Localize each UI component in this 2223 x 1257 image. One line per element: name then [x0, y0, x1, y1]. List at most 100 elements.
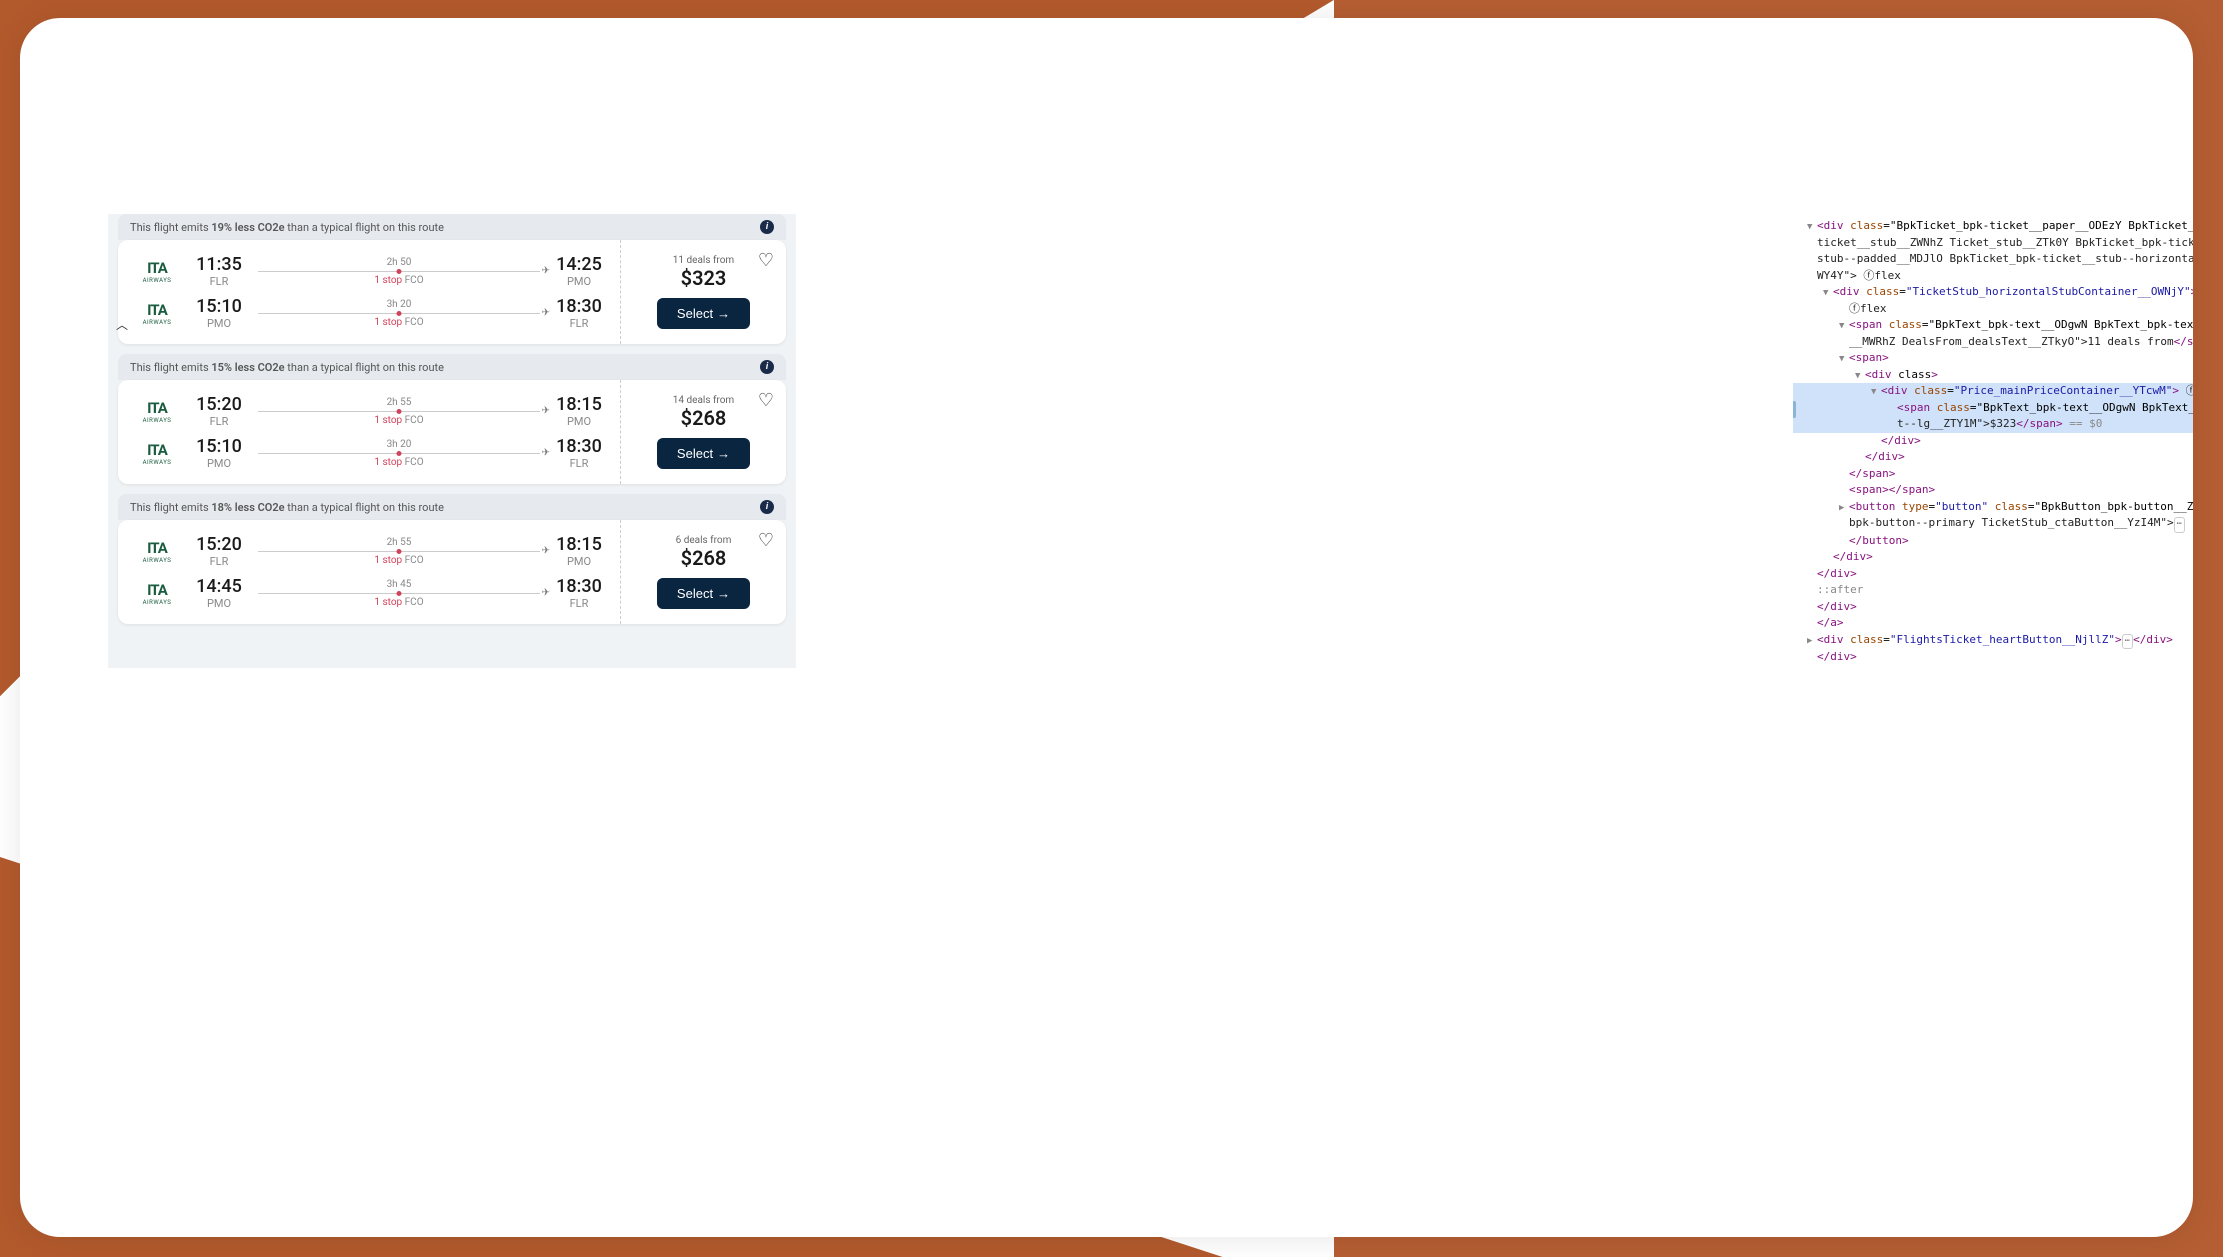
- deals-from-text: 11 deals from: [673, 255, 734, 266]
- expand-arrow-icon[interactable]: ▼: [1823, 287, 1833, 301]
- devtools-line[interactable]: </div>: [1793, 649, 2193, 666]
- select-button[interactable]: Select →: [657, 298, 750, 329]
- info-icon[interactable]: i: [760, 360, 774, 374]
- plane-icon: ✈: [542, 546, 550, 557]
- airline-logo: ITA AIRWAYS: [134, 301, 180, 326]
- devtools-line[interactable]: ▼<div class="TicketStub_horizontalStubCo…: [1793, 284, 2193, 301]
- plane-icon: ✈: [542, 448, 550, 459]
- expand-arrow-icon[interactable]: ▼: [1839, 320, 1849, 334]
- select-button[interactable]: Select →: [657, 578, 750, 609]
- devtools-line[interactable]: __MWRhZ DealsFrom_dealsText__ZTkyO">11 d…: [1793, 334, 2193, 351]
- devtools-line[interactable]: <span class="BpkText_bpk-text__ODgwN Bpk…: [1793, 400, 2193, 417]
- price-block: ♡ 14 deals from $268 Select →: [621, 380, 786, 484]
- devtools-line[interactable]: </div>: [1793, 599, 2193, 616]
- expand-arrow-icon[interactable]: ▼: [1871, 386, 1881, 400]
- arrival-time: 14:25 PMO: [554, 254, 604, 288]
- devtools-line[interactable]: ▼<div class>: [1793, 367, 2193, 384]
- devtools-line[interactable]: ▶<div class="FlightsTicket_heartButton__…: [1793, 632, 2193, 650]
- flight-card[interactable]: ITA AIRWAYS 11:35 FLR 2h 50 ✈ 1 stop FCO…: [118, 240, 786, 344]
- devtools-line[interactable]: stub--padded__MDJlO BpkTicket_bpk-ticket…: [1793, 251, 2193, 268]
- heart-icon[interactable]: ♡: [758, 530, 774, 551]
- devtools-line[interactable]: t--lg__ZTY1M">$323</span> == $0: [1793, 416, 2193, 433]
- devtools-line[interactable]: </div>: [1793, 549, 2193, 566]
- flight-leg: ITA AIRWAYS 14:45 PMO 3h 45 ✈ 1 stop FCO…: [134, 572, 604, 614]
- chevron-up-icon[interactable]: ︿: [116, 316, 128, 333]
- airline-logo: ITA AIRWAYS: [134, 259, 180, 284]
- route-diagram: 3h 20 ✈ 1 stop FCO: [258, 439, 540, 468]
- devtools-line[interactable]: ▼<span class="BpkText_bpk-text__ODgwN Bp…: [1793, 317, 2193, 334]
- devtools-line[interactable]: </span>: [1793, 466, 2193, 483]
- deals-from-text: 14 deals from: [673, 395, 734, 406]
- expand-arrow-icon[interactable]: ▶: [1839, 502, 1849, 516]
- devtools-line[interactable]: </a>: [1793, 615, 2193, 632]
- expand-arrow-icon[interactable]: ▼: [1839, 353, 1849, 367]
- departure-time: 15:10 PMO: [194, 296, 244, 330]
- departure-time: 15:20 FLR: [194, 534, 244, 568]
- info-icon[interactable]: i: [760, 220, 774, 234]
- heart-icon[interactable]: ♡: [758, 250, 774, 271]
- route-diagram: 2h 55 ✈ 1 stop FCO: [258, 397, 540, 426]
- arrival-time: 18:30 FLR: [554, 296, 604, 330]
- info-icon[interactable]: i: [760, 500, 774, 514]
- devtools-line[interactable]: ▶<button type="button" class="BpkButton_…: [1793, 499, 2193, 516]
- flight-card[interactable]: ITA AIRWAYS 15:20 FLR 2h 55 ✈ 1 stop FCO…: [118, 380, 786, 484]
- flight-card[interactable]: ITA AIRWAYS 15:20 FLR 2h 55 ✈ 1 stop FCO…: [118, 520, 786, 624]
- price-block: ♡ 6 deals from $268 Select →: [621, 520, 786, 624]
- arrow-right-icon: →: [717, 586, 730, 601]
- devtools-line[interactable]: </div>: [1793, 566, 2193, 583]
- expand-arrow-icon[interactable]: ▶: [1807, 635, 1817, 649]
- devtools-line[interactable]: ▼<div class="BpkTicket_bpk-ticket__paper…: [1793, 218, 2193, 235]
- arrow-right-icon: →: [717, 306, 730, 321]
- expand-arrow-icon[interactable]: ▼: [1855, 370, 1865, 384]
- devtools-line[interactable]: </div>: [1793, 449, 2193, 466]
- devtools-badge: …: [1793, 401, 1796, 418]
- devtools-line[interactable]: bpk-button--primary TicketStub_ctaButton…: [1793, 515, 2193, 533]
- flight-leg: ITA AIRWAYS 15:10 PMO 3h 20 ✈ 1 stop FCO…: [134, 292, 604, 334]
- devtools-line[interactable]: ⓕflex: [1793, 301, 2193, 318]
- airline-logo: ITA AIRWAYS: [134, 399, 180, 424]
- devtools-line[interactable]: </button>: [1793, 533, 2193, 550]
- departure-time: 11:35 FLR: [194, 254, 244, 288]
- price-text: $323: [681, 266, 727, 290]
- devtools-line[interactable]: ▼<div class="Price_mainPriceContainer__Y…: [1793, 383, 2193, 400]
- devtools-line[interactable]: ▼<span>: [1793, 350, 2193, 367]
- co2-banner: This flight emits 19% less CO2e than a t…: [118, 214, 786, 240]
- arrival-time: 18:30 FLR: [554, 576, 604, 610]
- devtools-line[interactable]: ticket__stub__ZWNhZ Ticket_stub__ZTk0Y B…: [1793, 235, 2193, 252]
- co2-banner: This flight emits 15% less CO2e than a t…: [118, 354, 786, 380]
- departure-time: 15:20 FLR: [194, 394, 244, 428]
- plane-icon: ✈: [542, 266, 550, 277]
- expand-arrow-icon[interactable]: ▼: [1807, 221, 1817, 235]
- departure-time: 14:45 PMO: [194, 576, 244, 610]
- devtools-line[interactable]: <span></span>: [1793, 482, 2193, 499]
- devtools-line[interactable]: WY4Y"> ⓕflex: [1793, 268, 2193, 285]
- heart-icon[interactable]: ♡: [758, 390, 774, 411]
- route-diagram: 2h 55 ✈ 1 stop FCO: [258, 537, 540, 566]
- airline-logo: ITA AIRWAYS: [134, 539, 180, 564]
- deals-from-text: 6 deals from: [676, 535, 732, 546]
- flight-results-panel: This flight emits 19% less CO2e than a t…: [108, 214, 796, 668]
- main-card: ︿ This flight emits 19% less CO2e than a…: [20, 18, 2193, 1237]
- departure-time: 15:10 PMO: [194, 436, 244, 470]
- arrival-time: 18:15 PMO: [554, 394, 604, 428]
- price-block: ♡ 11 deals from $323 Select →: [621, 240, 786, 344]
- route-diagram: 3h 20 ✈ 1 stop FCO: [258, 299, 540, 328]
- devtools-line[interactable]: </div>: [1793, 433, 2193, 450]
- devtools-line[interactable]: ::after: [1793, 582, 2193, 599]
- arrival-time: 18:15 PMO: [554, 534, 604, 568]
- price-text: $268: [681, 406, 727, 430]
- arrival-time: 18:30 FLR: [554, 436, 604, 470]
- route-diagram: 2h 50 ✈ 1 stop FCO: [258, 257, 540, 286]
- flight-leg: ITA AIRWAYS 11:35 FLR 2h 50 ✈ 1 stop FCO…: [134, 250, 604, 292]
- flight-leg: ITA AIRWAYS 15:10 PMO 3h 20 ✈ 1 stop FCO…: [134, 432, 604, 474]
- price-text: $268: [681, 546, 727, 570]
- airline-logo: ITA AIRWAYS: [134, 581, 180, 606]
- select-button[interactable]: Select →: [657, 438, 750, 469]
- plane-icon: ✈: [542, 588, 550, 599]
- plane-icon: ✈: [542, 406, 550, 417]
- flight-leg: ITA AIRWAYS 15:20 FLR 2h 55 ✈ 1 stop FCO…: [134, 390, 604, 432]
- devtools-panel[interactable]: … ▼<div class="BpkTicket_bpk-ticket__pap…: [1793, 214, 2193, 668]
- arrow-right-icon: →: [717, 446, 730, 461]
- flight-leg: ITA AIRWAYS 15:20 FLR 2h 55 ✈ 1 stop FCO…: [134, 530, 604, 572]
- co2-banner: This flight emits 18% less CO2e than a t…: [118, 494, 786, 520]
